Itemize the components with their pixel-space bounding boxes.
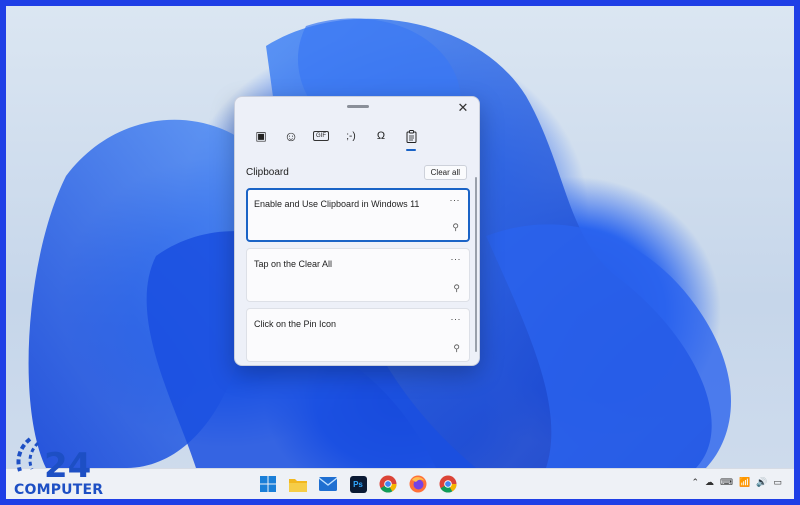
pin-icon[interactable]: ⚲ xyxy=(452,222,459,233)
symbols-icon: Ω xyxy=(376,130,386,142)
clipboard-icon xyxy=(406,129,416,143)
tab-symbols[interactable]: Ω xyxy=(369,126,393,146)
show-hidden-icons-icon[interactable]: ⌃ xyxy=(692,477,700,488)
tab-kaomoji[interactable]: ;-) xyxy=(339,126,363,146)
logo-number: 24 xyxy=(44,446,91,486)
more-options-icon[interactable]: ··· xyxy=(451,254,462,264)
windows-start-icon[interactable] xyxy=(258,474,278,494)
clipboard-panel: ✕ ▣ ☺ GIF ;-) Ω Clipboard Clear all Enab… xyxy=(234,96,480,366)
pin-icon[interactable]: ⚲ xyxy=(453,283,460,294)
clipboard-item[interactable]: Enable and Use Clipboard in Windows 11 ·… xyxy=(246,188,470,242)
emoji-icon: ☺ xyxy=(283,128,299,144)
wifi-icon[interactable]: 📶 xyxy=(739,477,750,488)
more-options-icon[interactable]: ··· xyxy=(450,195,461,205)
tab-gif[interactable]: GIF xyxy=(309,126,333,146)
taskbar-apps: Ps xyxy=(258,474,458,494)
battery-icon[interactable]: ▭ xyxy=(773,477,782,488)
clipboard-item-text: Enable and Use Clipboard in Windows 11 xyxy=(254,199,420,209)
chrome-icon[interactable] xyxy=(438,474,458,494)
clear-all-button[interactable]: Clear all xyxy=(423,165,467,180)
heart-sticker-icon: ▣ xyxy=(255,129,267,143)
file-explorer-icon[interactable] xyxy=(288,474,308,494)
clipboard-list: Enable and Use Clipboard in Windows 11 ·… xyxy=(246,188,470,365)
keyboard-icon[interactable]: ⌨ xyxy=(720,477,733,488)
chrome-icon[interactable] xyxy=(378,474,398,494)
kaomoji-icon: ;-) xyxy=(346,130,356,142)
firefox-icon[interactable] xyxy=(408,474,428,494)
panel-tabs: ▣ ☺ GIF ;-) Ω xyxy=(249,126,423,151)
tab-stickers[interactable]: ▣ xyxy=(249,126,273,146)
system-tray: ⌃ ☁ ⌨ 📶 🔊 ▭ xyxy=(692,477,783,488)
section-title: Clipboard xyxy=(246,167,289,178)
logo-text: COMPUTER xyxy=(14,482,104,498)
mail-icon[interactable] xyxy=(318,474,338,494)
clipboard-item-text: Tap on the Clear All xyxy=(254,259,333,269)
pin-icon[interactable]: ⚲ xyxy=(453,343,460,354)
scrollbar[interactable] xyxy=(475,177,477,352)
gif-icon: GIF xyxy=(313,131,329,141)
clipboard-item[interactable]: Click on the Pin Icon ··· ⚲ xyxy=(246,308,470,362)
clipboard-item[interactable]: Tap on the Clear All ··· ⚲ xyxy=(246,248,470,302)
clipboard-item-text: Click on the Pin Icon xyxy=(254,319,337,329)
tab-emoji[interactable]: ☺ xyxy=(279,126,303,146)
drag-handle[interactable] xyxy=(347,105,369,108)
close-button[interactable]: ✕ xyxy=(455,100,471,116)
taskbar: Ps ⌃ ☁ ⌨ 📶 🔊 ▭ xyxy=(6,468,794,499)
photoshop-icon[interactable]: Ps xyxy=(348,474,368,494)
volume-icon[interactable]: 🔊 xyxy=(756,477,767,488)
onedrive-icon[interactable]: ☁ xyxy=(705,477,714,488)
more-options-icon[interactable]: ··· xyxy=(451,314,462,324)
tab-clipboard[interactable] xyxy=(399,126,423,151)
photoshop-label: Ps xyxy=(353,479,363,489)
